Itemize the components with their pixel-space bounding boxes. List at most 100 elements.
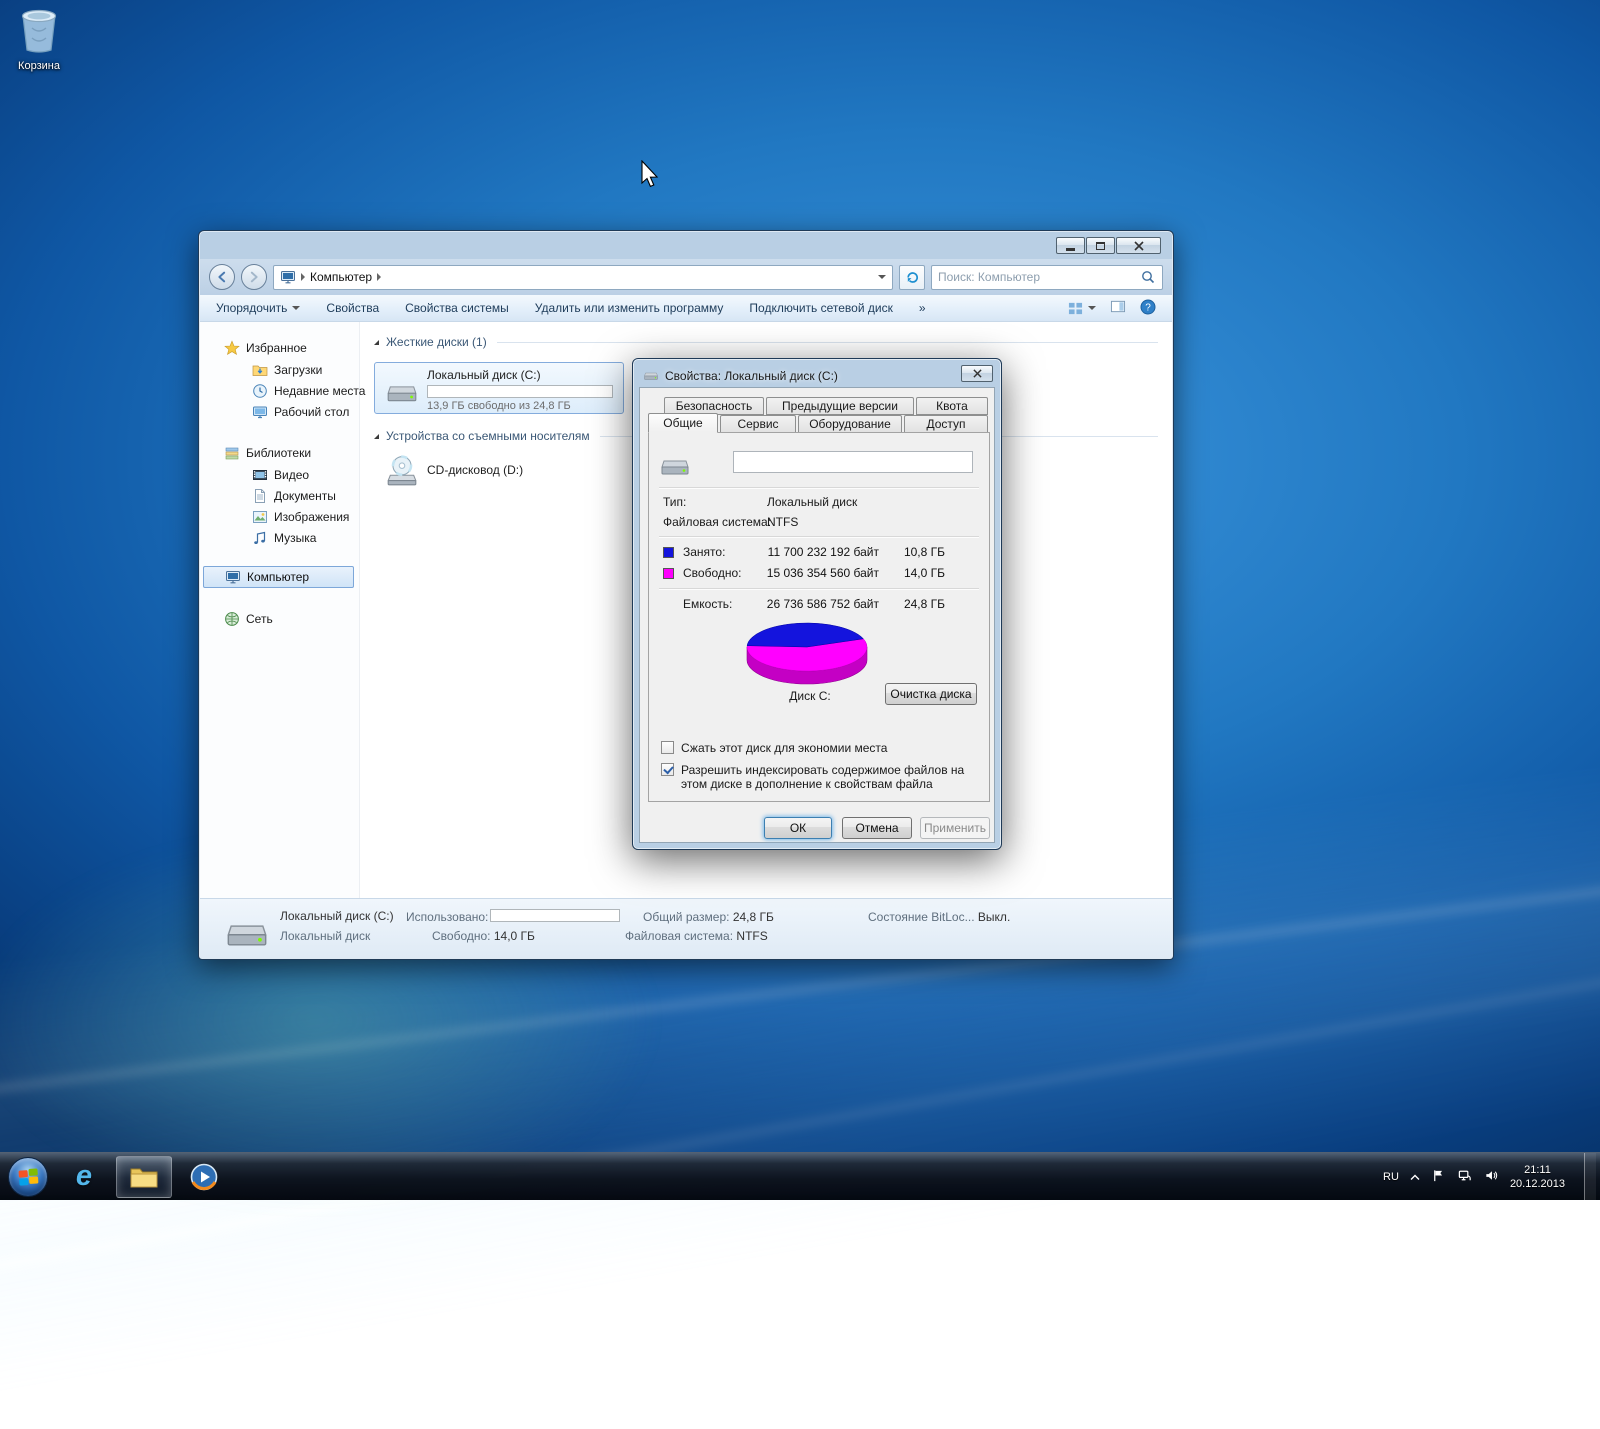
network-tray-button[interactable]	[1457, 1168, 1473, 1186]
maximize-button[interactable]	[1086, 237, 1115, 254]
preview-pane-button[interactable]	[1110, 299, 1126, 317]
desktop-icon	[252, 404, 268, 420]
tab-quota[interactable]: Квота	[916, 397, 988, 415]
svg-text:?: ?	[1145, 302, 1151, 313]
refresh-button[interactable]	[899, 265, 925, 290]
maximize-icon	[1096, 242, 1105, 250]
network-icon	[1457, 1168, 1473, 1183]
tab-hardware[interactable]: Оборудование	[798, 415, 902, 433]
command-bar: Упорядочить Свойства Свойства системы Уд…	[200, 295, 1172, 322]
refresh-icon	[905, 270, 920, 285]
command-bar-right: ?	[1068, 299, 1156, 318]
details-size-label: Общий размер:	[643, 910, 729, 924]
index-checkbox[interactable]	[661, 763, 674, 776]
properties-menu[interactable]: Свойства	[326, 301, 379, 315]
recycle-bin-desktop-icon[interactable]: Корзина	[6, 6, 72, 72]
taskbar-item-media-player[interactable]	[176, 1156, 232, 1198]
breadcrumb-chevron-icon[interactable]	[377, 273, 381, 281]
back-button[interactable]	[209, 264, 235, 290]
taskbar-clock[interactable]: 21:11 20.12.2013	[1510, 1163, 1565, 1191]
forward-button[interactable]	[241, 264, 267, 290]
dialog-titlebar: Свойства: Локальный диск (C:)	[643, 366, 838, 385]
minimize-button[interactable]	[1056, 237, 1085, 254]
drive-c-item[interactable]: Локальный диск (C:) 13,9 ГБ свободно из …	[374, 362, 624, 414]
group-collapse-icon[interactable]	[374, 434, 379, 439]
volume-label-input[interactable]	[733, 451, 973, 473]
details-bitlocker-label: Состояние BitLoc...	[868, 910, 975, 924]
sidebar-item-libraries[interactable]: Библиотеки	[224, 443, 311, 463]
sidebar-item-music[interactable]: Музыка	[252, 528, 316, 548]
sidebar-item-computer[interactable]: Компьютер	[203, 566, 354, 588]
address-history-dropdown-icon[interactable]	[878, 275, 886, 279]
show-hidden-icons-button[interactable]	[1410, 1170, 1420, 1184]
help-button[interactable]: ?	[1140, 299, 1156, 318]
toolbar-overflow-button[interactable]: »	[919, 301, 926, 315]
tab-previous-versions[interactable]: Предыдущие версии	[766, 397, 914, 415]
sidebar-item-network[interactable]: Сеть	[224, 609, 273, 629]
system-properties-label: Свойства системы	[405, 301, 509, 315]
tab-label: Квота	[936, 399, 968, 413]
dialog-close-button[interactable]	[961, 365, 993, 382]
ok-button[interactable]: ОК	[764, 817, 832, 839]
details-drive-type: Локальный диск	[280, 929, 370, 943]
details-free-row: Свободно: 14,0 ГБ	[432, 929, 535, 943]
hard-drive-icon	[224, 906, 270, 955]
sidebar-item-recent-places[interactable]: Недавние места	[252, 381, 365, 401]
search-input[interactable]	[938, 270, 1140, 284]
sidebar-item-favorites[interactable]: Избранное	[224, 338, 307, 358]
taskbar-item-explorer[interactable]	[116, 1156, 172, 1198]
general-tab-page: Тип: Локальный диск Файловая система: NT…	[648, 432, 990, 802]
apply-button[interactable]: Применить	[920, 817, 990, 839]
show-desktop-button[interactable]	[1584, 1153, 1596, 1201]
group-collapse-icon[interactable]	[374, 340, 379, 345]
navigation-bar: Компьютер	[200, 259, 1172, 295]
details-size-row: Общий размер: 24,8 ГБ	[643, 910, 774, 924]
details-capacity-bar	[490, 909, 620, 922]
recent-places-icon	[252, 383, 268, 399]
map-network-drive-menu[interactable]: Подключить сетевой диск	[749, 301, 892, 315]
start-button[interactable]	[8, 1157, 48, 1197]
tab-general[interactable]: Общие	[648, 413, 718, 433]
search-box[interactable]	[931, 265, 1163, 290]
address-bar[interactable]: Компьютер	[273, 265, 893, 290]
details-free-label: Свободно:	[432, 929, 491, 943]
navigation-pane: Избранное Загрузки Недавние места Рабочи…	[200, 322, 360, 898]
sidebar-item-video[interactable]: Видео	[252, 465, 309, 485]
change-view-button[interactable]	[1068, 301, 1096, 316]
system-properties-menu[interactable]: Свойства системы	[405, 301, 509, 315]
recycle-bin-label: Корзина	[6, 60, 72, 72]
compress-label: Сжать этот диск для экономии места	[681, 741, 887, 755]
disk-cleanup-button[interactable]: Очистка диска	[885, 683, 977, 705]
chevron-down-icon	[292, 306, 300, 310]
taskbar-item-internet-explorer[interactable]: e	[56, 1156, 112, 1198]
tab-sharing[interactable]: Доступ	[904, 415, 988, 433]
search-icon[interactable]	[1140, 269, 1156, 285]
cancel-button[interactable]: Отмена	[842, 817, 912, 839]
uninstall-program-menu[interactable]: Удалить или изменить программу	[535, 301, 724, 315]
clock-time: 21:11	[1510, 1163, 1565, 1177]
computer-icon	[280, 269, 296, 285]
action-center-button[interactable]	[1431, 1168, 1446, 1186]
sidebar-item-downloads[interactable]: Загрузки	[252, 360, 322, 380]
details-free-value: 14,0 ГБ	[494, 929, 535, 943]
uninstall-program-label: Удалить или изменить программу	[535, 301, 724, 315]
details-bitlocker-row: Состояние BitLoc... Выкл.	[868, 910, 1010, 924]
breadcrumb-chevron-icon	[301, 273, 305, 281]
volume-tray-button[interactable]	[1484, 1168, 1499, 1186]
language-indicator[interactable]: RU	[1383, 1171, 1399, 1183]
group-header-hard-disks[interactable]: Жесткие диски (1)	[374, 334, 1158, 350]
details-fs-label: Файловая система:	[625, 929, 733, 943]
tab-tools[interactable]: Сервис	[720, 415, 796, 433]
breadcrumb[interactable]: Компьютер	[310, 270, 372, 284]
close-button[interactable]	[1116, 237, 1161, 254]
sidebar-item-desktop[interactable]: Рабочий стол	[252, 402, 349, 422]
sidebar-item-pictures[interactable]: Изображения	[252, 507, 349, 527]
organize-menu[interactable]: Упорядочить	[216, 301, 300, 315]
sidebar-item-documents[interactable]: Документы	[252, 486, 336, 506]
tab-label: Сервис	[737, 417, 778, 431]
compress-checkbox[interactable]	[661, 741, 674, 754]
hard-drive-icon	[643, 366, 659, 385]
details-bitlocker-value: Выкл.	[978, 910, 1010, 924]
cd-drive-item[interactable]: CD-дисковод (D:)	[374, 448, 624, 492]
windows-logo-icon	[18, 1168, 39, 1186]
